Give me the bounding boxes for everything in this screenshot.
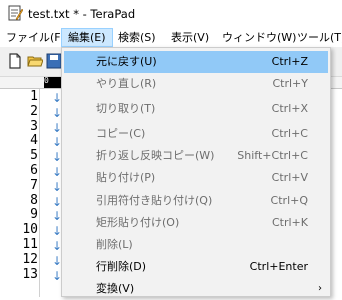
menu-item-label: 行削除(D)	[96, 260, 147, 273]
edit-menu-item[interactable]: 矩形貼り付け(O) Ctrl+K	[64, 212, 328, 234]
menu-item-label: コピー(C)	[96, 127, 146, 140]
save-icon[interactable]	[46, 53, 62, 69]
terapad-app-icon[interactable]	[7, 5, 23, 21]
editor-line[interactable]: 1 ↓	[0, 89, 62, 106]
menu-item-label: やり直し(R)	[96, 77, 157, 90]
line-number: 11	[22, 237, 38, 252]
menu-item-shortcut: Ctrl+V	[271, 171, 308, 184]
editor-line[interactable]: 10 ↓	[0, 222, 62, 239]
menu-item-shortcut: Ctrl+K	[271, 216, 308, 229]
menu-window[interactable]: ウィンドウ(W)	[216, 28, 302, 47]
menu-item-label: 貼り付け(P)	[96, 171, 156, 184]
menu-item-shortcut: Ctrl+C	[271, 127, 308, 140]
line-number: 3	[30, 118, 38, 134]
new-file-icon[interactable]	[7, 53, 23, 69]
window-title: test.txt * - TeraPad	[28, 7, 136, 21]
line-number: 1	[30, 89, 38, 104]
editor-line[interactable]: 12 ↓	[0, 251, 62, 268]
line-number: 2	[30, 103, 38, 119]
line-number: 7	[30, 177, 38, 193]
editor-line[interactable]: 3 ↓	[0, 118, 62, 135]
menu-item-shortcut: Ctrl+Enter	[249, 260, 308, 273]
title-bar: test.txt * - TeraPad	[0, 0, 342, 28]
editor-line[interactable]: 9 ↓	[0, 207, 62, 224]
edit-menu-item[interactable]: 削除(L)	[64, 234, 328, 256]
menu-search[interactable]: 検索(S)	[112, 28, 162, 47]
menu-item-label: 折り返し反映コピー(W)	[96, 149, 215, 162]
menu-item-label: 矩形貼り付け(O)	[96, 216, 180, 229]
ruler-zero-label: 0	[44, 76, 49, 85]
edit-menu-item[interactable]: 行削除(D) Ctrl+Enter	[64, 256, 328, 278]
edit-menu-item[interactable]: 貼り付け(P) Ctrl+V	[64, 167, 328, 189]
line-number: 9	[30, 207, 38, 223]
line-number: 10	[22, 222, 38, 238]
edit-menu-item[interactable]: 引用符付き貼り付け(Q) Ctrl+Q	[64, 190, 328, 212]
menu-item-label: 引用符付き貼り付け(Q)	[96, 194, 213, 207]
open-folder-icon[interactable]	[27, 53, 43, 69]
menu-tools[interactable]: ツール(T)	[291, 28, 342, 47]
editor-line[interactable]: 7 ↓	[0, 177, 62, 194]
line-number: 13	[22, 266, 38, 282]
line-number: 5	[30, 148, 38, 164]
editor-line[interactable]: 11 ↓	[0, 237, 62, 254]
editor-line[interactable]: 6 ↓	[0, 163, 62, 180]
menu-bar: ファイル(F) 編集(E) 検索(S) 表示(V) ウィンドウ(W) ツール(T…	[0, 28, 342, 47]
menu-item-shortcut: Shift+Ctrl+C	[237, 149, 308, 162]
editor-line[interactable]: 13 ↓	[0, 266, 62, 283]
menu-edit[interactable]: 編集(E)	[61, 28, 113, 47]
editor-line[interactable]: 2 ↓	[0, 103, 62, 120]
line-number: 4	[30, 133, 38, 149]
line-number: 12	[22, 251, 38, 267]
line-number: 8	[30, 192, 38, 208]
menu-item-shortcut: Ctrl+X	[271, 102, 308, 115]
edit-menu-item[interactable]: 元に戻す(U) Ctrl+Z	[64, 51, 328, 73]
menu-item-label: 元に戻す(U)	[96, 55, 157, 68]
menu-view[interactable]: 表示(V)	[165, 28, 215, 47]
editor-line[interactable]: 5 ↓	[0, 148, 62, 165]
edit-menu-item[interactable]: やり直し(R) Ctrl+Y	[64, 73, 328, 95]
menu-item-shortcut: Ctrl+Y	[272, 77, 308, 90]
edit-menu-item[interactable]: 折り返し反映コピー(W) Shift+Ctrl+C	[64, 145, 328, 167]
menu-item-label: 削除(L)	[96, 238, 133, 251]
edit-menu-item[interactable]: 切り取り(T) Ctrl+X	[64, 98, 328, 120]
menu-item-shortcut: Ctrl+Q	[270, 194, 308, 207]
editor-line[interactable]: 4 ↓	[0, 133, 62, 150]
line-number: 6	[30, 163, 38, 178]
edit-menu-item[interactable]: コピー(C) Ctrl+C	[64, 123, 328, 145]
editor-line[interactable]: 8 ↓	[0, 192, 62, 209]
menu-item-shortcut: Ctrl+Z	[271, 55, 308, 68]
edit-menu-dropdown: 元に戻す(U) Ctrl+Z やり直し(R) Ctrl+Y 切り取り(T) Ctrl+X コ…	[61, 47, 331, 297]
menu-item-label: 切り取り(T)	[96, 102, 156, 115]
